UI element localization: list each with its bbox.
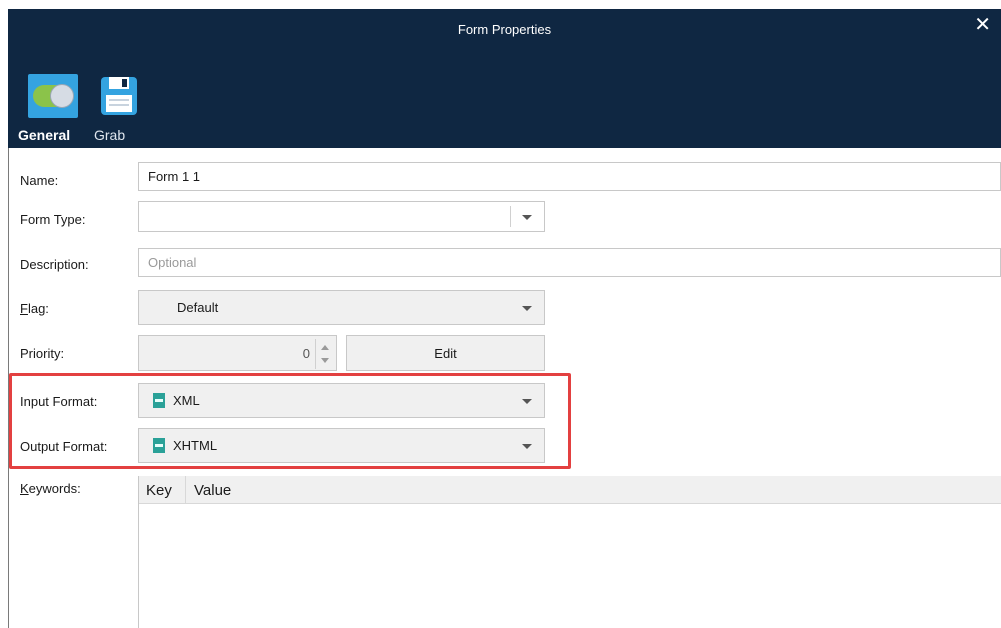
priority-spin-buttons[interactable] <box>315 339 334 369</box>
input-format-label: Input Format: <box>20 394 98 409</box>
flag-value: Default <box>177 300 219 315</box>
input-format-value: XML <box>173 393 200 408</box>
priority-label: Priority: <box>20 346 65 361</box>
flag-dropdown[interactable]: Default <box>138 290 545 325</box>
keywords-label: Keywords: <box>20 481 81 496</box>
priority-stepper[interactable]: 0 <box>138 335 337 371</box>
output-format-label: Output Format: <box>20 439 108 454</box>
keywords-table[interactable]: Key Value <box>138 476 1001 628</box>
input-format-dropdown[interactable]: XML <box>138 383 545 418</box>
save-icon[interactable] <box>100 76 138 116</box>
toolbar-general-label[interactable]: General <box>18 127 70 143</box>
form-type-label: Form Type: <box>20 212 86 227</box>
left-border <box>8 148 9 628</box>
chevron-down-icon <box>522 398 532 404</box>
chevron-down-icon[interactable] <box>321 358 329 363</box>
title-bar: Form Properties ✕ General Grab <box>8 9 1001 148</box>
priority-value: 0 <box>302 345 310 361</box>
toolbar-grab-label[interactable]: Grab <box>94 127 125 143</box>
dropdown-separator <box>510 206 511 227</box>
output-format-dropdown[interactable]: XHTML <box>138 428 545 463</box>
column-header-key[interactable]: Key <box>146 482 172 499</box>
keywords-table-header: Key Value <box>139 476 1001 504</box>
chevron-down-icon <box>522 443 532 449</box>
column-separator[interactable] <box>185 476 186 503</box>
description-label: Description: <box>20 257 89 272</box>
form-type-dropdown[interactable] <box>138 201 545 232</box>
name-label: Name: <box>20 173 59 188</box>
flag-label: Flag: <box>20 301 49 316</box>
column-header-value[interactable]: Value <box>194 482 231 499</box>
description-input[interactable]: Optional <box>138 248 1001 277</box>
name-input[interactable]: Form 1 1 <box>138 162 1001 191</box>
chevron-down-icon <box>522 305 532 311</box>
toggle-icon[interactable] <box>28 74 78 118</box>
toggle-knob <box>50 84 74 108</box>
close-icon[interactable]: ✕ <box>974 15 991 35</box>
output-format-value: XHTML <box>173 438 218 453</box>
xml-file-icon <box>153 393 165 408</box>
window-title: Form Properties <box>457 22 552 37</box>
xhtml-file-icon <box>153 438 165 453</box>
chevron-down-icon <box>522 214 532 220</box>
chevron-up-icon[interactable] <box>321 345 329 350</box>
edit-button[interactable]: Edit <box>346 335 545 371</box>
